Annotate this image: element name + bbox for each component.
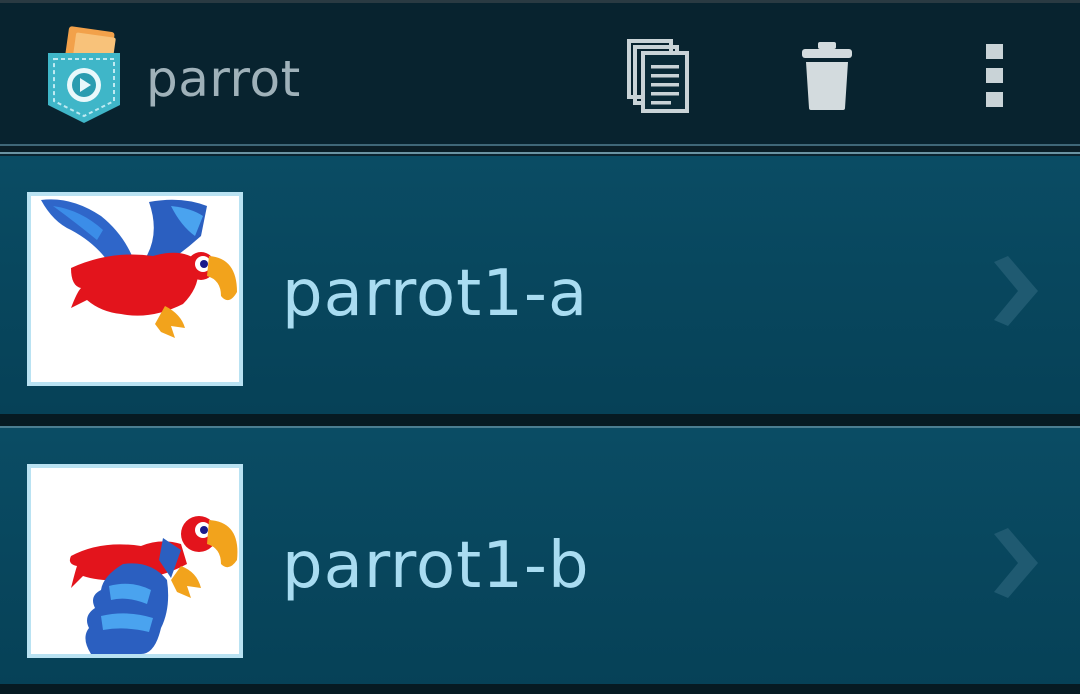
app-screen: parrot parrot1-a parrot1-b [0,0,1080,694]
list-item-parrot1-b[interactable]: parrot1-b [0,428,1080,686]
chevron-right-icon [988,528,1044,598]
chevron-right-icon [988,256,1044,326]
list-divider [0,414,1080,428]
action-bar: parrot [0,0,1080,144]
delete-button[interactable] [782,31,872,121]
parrot-thumbnail [27,464,243,658]
copy-button[interactable] [614,31,704,121]
list-item-parrot1-a[interactable]: parrot1-a [0,156,1080,414]
overflow-menu-button[interactable] [950,31,1040,121]
copy-icon [627,39,689,113]
item-label: parrot1-a [282,257,589,331]
app-title: parrot [146,50,301,108]
parrot-thumbnail [27,192,243,386]
action-bar-divider [0,144,1080,154]
trash-icon [802,42,852,110]
item-label: parrot1-b [282,529,590,603]
pocket-video-icon[interactable] [44,25,124,125]
overflow-menu-icon [986,44,1003,107]
bottom-divider [0,684,1080,694]
